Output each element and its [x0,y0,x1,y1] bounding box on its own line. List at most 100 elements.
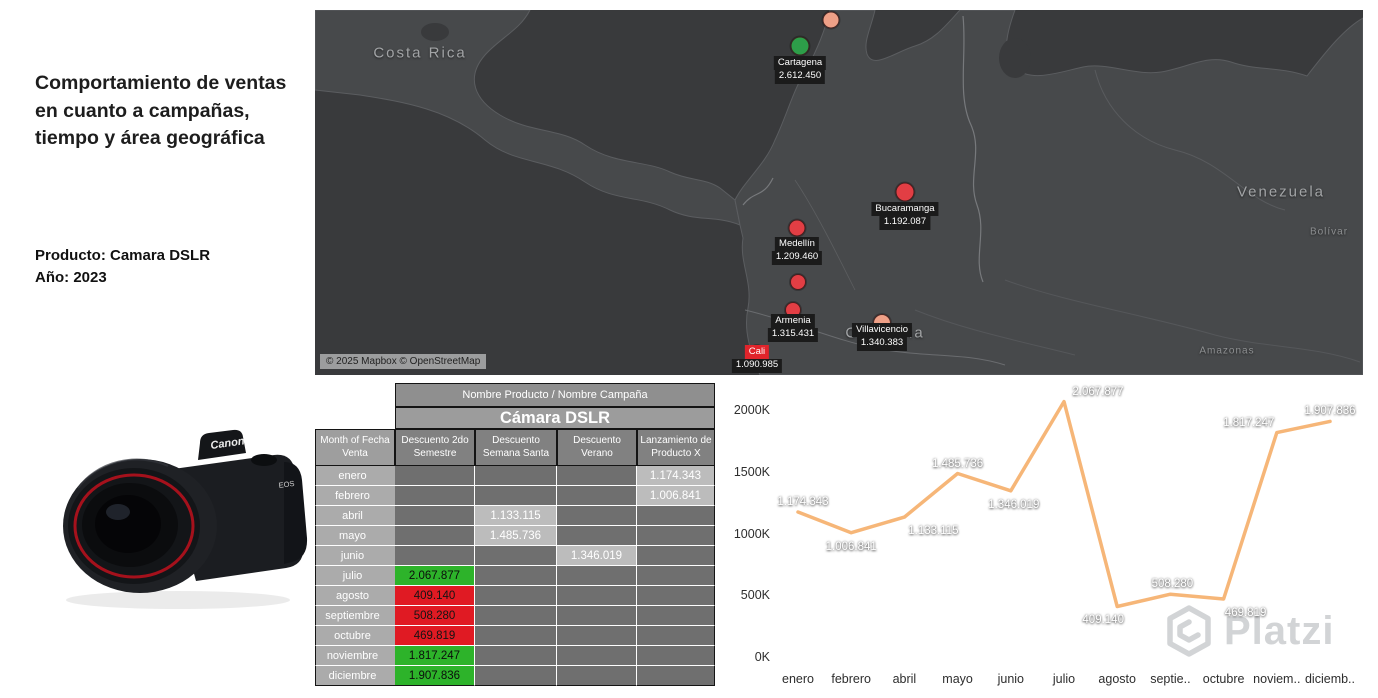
map-marker-bucaramanga[interactable] [895,182,915,202]
cell-mayo-lanzamiento-de-producto-x[interactable] [637,526,715,546]
map-marker-label-cali: Cali 1.090.985 [731,345,783,373]
cell-noviembre-descuento-verano[interactable] [557,646,637,666]
map-attribution[interactable]: © 2025 Mapbox © OpenStreetMap [320,354,487,369]
map-marker-cartagena[interactable] [790,36,810,56]
camera-illustration: Canon EOS [63,429,308,609]
x-axis-label-septie: septie.. [1150,672,1191,686]
year-label: Año: 2023 [35,269,107,286]
sales-line[interactable] [796,399,1332,609]
cell-junio-lanzamiento-de-producto-x[interactable] [637,546,715,566]
map-marker-label-villavicencio: Villavicencio 1.340.383 [851,323,913,351]
cell-noviembre-descuento-semana-santa[interactable] [475,646,557,666]
cell-mayo-descuento-2do-semestre[interactable] [395,526,475,546]
cell-julio-descuento-2do-semestre[interactable]: 2.067.877 [395,566,475,586]
row-label-noviembre: noviembre [315,646,395,666]
data-label-agosto: 409.140 [1082,614,1124,627]
cell-diciembre-descuento-verano[interactable] [557,666,637,686]
x-axis-label-abril: abril [892,672,917,686]
cell-agosto-lanzamiento-de-producto-x[interactable] [637,586,715,606]
x-axis-label-agosto: agosto [1098,672,1136,686]
campaign-sales-table: Nombre Producto / Nombre Campaña Cámara … [315,383,715,686]
y-axis-label-0k: 0K [754,650,770,664]
cell-julio-descuento-verano[interactable] [557,566,637,586]
cell-mayo-descuento-verano[interactable] [557,526,637,546]
cell-febrero-lanzamiento-de-producto-x[interactable]: 1.006.841 [637,486,715,506]
map-region-label-bolivar: Bolívar [1309,226,1349,238]
row-label-agosto: agosto [315,586,395,606]
cell-noviembre-descuento-2do-semestre[interactable]: 1.817.247 [395,646,475,666]
row-label-diciembre: diciembre [315,666,395,686]
row-label-mayo: mayo [315,526,395,546]
row-label-enero: enero [315,466,395,486]
cell-enero-lanzamiento-de-producto-x[interactable]: 1.174.343 [637,466,715,486]
column-header-lanzamiento-de-producto-x: Lanzamiento de Producto X [637,429,715,466]
cell-octubre-descuento-semana-santa[interactable] [475,626,557,646]
cell-febrero-descuento-2do-semestre[interactable] [395,486,475,506]
cell-diciembre-descuento-2do-semestre[interactable]: 1.907.836 [395,666,475,686]
cell-octubre-descuento-verano[interactable] [557,626,637,646]
data-label-abril: 1.133.115 [908,525,959,538]
table-product-campaign-header: Nombre Producto / Nombre Campaña [395,383,715,407]
x-axis-label-mayo: mayo [942,672,973,686]
x-axis-label-julio: julio [1052,672,1076,686]
cell-agosto-descuento-verano[interactable] [557,586,637,606]
x-axis-label-octubre: octubre [1202,672,1245,686]
map-region-label-costa-rica: Costa Rica [373,44,467,62]
row-label-junio: junio [315,546,395,566]
cell-abril-descuento-2do-semestre[interactable] [395,506,475,526]
cell-enero-descuento-2do-semestre[interactable] [395,466,475,486]
row-label-octubre: octubre [315,626,395,646]
x-axis-label-enero: enero [782,672,814,686]
cell-febrero-descuento-verano[interactable] [557,486,637,506]
map-marker-layer: Costa RicaVenezuelaColombiaBolívarAmazon… [315,10,1363,375]
cell-abril-descuento-verano[interactable] [557,506,637,526]
cell-mayo-descuento-semana-santa[interactable]: 1.485.736 [475,526,557,546]
x-axis-label-junio: junio [997,672,1025,686]
cell-junio-descuento-verano[interactable]: 1.346.019 [557,546,637,566]
cell-octubre-lanzamiento-de-producto-x[interactable] [637,626,715,646]
map-canvas[interactable]: Costa RicaVenezuelaColombiaBolívarAmazon… [315,10,1363,375]
cell-febrero-descuento-semana-santa[interactable] [475,486,557,506]
y-axis-label-1000k: 1000K [733,526,770,541]
row-label-septiembre: septiembre [315,606,395,626]
map-marker[interactable] [822,11,840,29]
cell-junio-descuento-2do-semestre[interactable] [395,546,475,566]
table-corner [315,383,395,429]
data-label-noviem: 1.817.247 [1223,416,1275,429]
cell-abril-lanzamiento-de-producto-x[interactable] [637,506,715,526]
cell-septiembre-descuento-semana-santa[interactable] [475,606,557,626]
platzi-logo-icon [1167,605,1211,657]
left-panel: Comportamiento de ventas en cuanto a cam… [0,0,315,698]
cell-noviembre-lanzamiento-de-producto-x[interactable] [637,646,715,666]
cell-enero-descuento-semana-santa[interactable] [475,466,557,486]
cell-diciembre-lanzamiento-de-producto-x[interactable] [637,666,715,686]
column-header-descuento-2do-semestre: Descuento 2do Semestre [395,429,475,466]
x-axis-label-diciemb: diciemb.. [1304,672,1356,686]
cell-abril-descuento-semana-santa[interactable]: 1.133.115 [475,506,557,526]
row-label-febrero: febrero [315,486,395,506]
map-marker-label-medellin: Medellín 1.209.460 [771,237,823,265]
cell-septiembre-lanzamiento-de-producto-x[interactable] [637,606,715,626]
cell-julio-descuento-semana-santa[interactable] [475,566,557,586]
cell-julio-lanzamiento-de-producto-x[interactable] [637,566,715,586]
cell-septiembre-descuento-verano[interactable] [557,606,637,626]
dslr-camera-image: Canon EOS [48,418,310,614]
map-marker-medellin[interactable] [788,219,806,237]
data-label-mayo: 1.485.736 [932,457,984,470]
cell-octubre-descuento-2do-semestre[interactable]: 469.819 [395,626,475,646]
cell-enero-descuento-verano[interactable] [557,466,637,486]
cell-junio-descuento-semana-santa[interactable] [475,546,557,566]
map-marker-label-armenia: Armenia 1.315.431 [767,314,819,342]
cell-agosto-descuento-2do-semestre[interactable]: 409.140 [395,586,475,606]
cell-agosto-descuento-semana-santa[interactable] [475,586,557,606]
y-axis-label-1500k: 1500K [733,464,770,479]
cell-septiembre-descuento-2do-semestre[interactable]: 508.280 [395,606,475,626]
row-label-julio: julio [315,566,395,586]
x-axis-label-noviem: noviem.. [1253,672,1301,686]
map-region-label-amazonas: Amazonas [1199,345,1255,357]
data-label-febrero: 1.006.841 [825,540,877,553]
data-label-enero: 1.174.343 [777,495,829,508]
data-label-julio: 2.067.877 [1072,385,1124,398]
cell-diciembre-descuento-semana-santa[interactable] [475,666,557,686]
map-marker[interactable] [790,274,806,290]
